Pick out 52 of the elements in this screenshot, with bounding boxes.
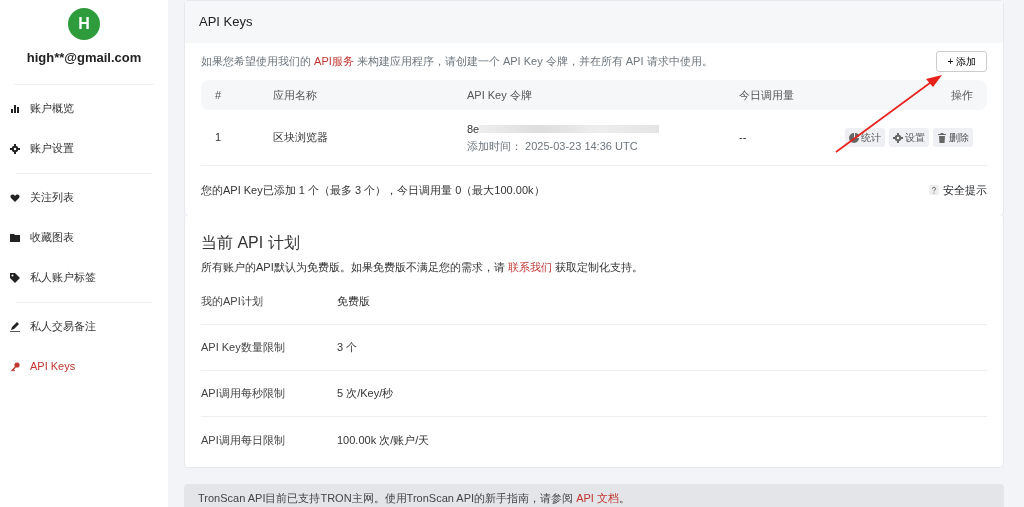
plan-label: API调用每日限制 (201, 432, 286, 448)
table-cell-text: 区块浏览器 (273, 130, 329, 146)
plan-label: API调用每秒限制 (201, 386, 286, 402)
plan-value: 5 次/Key/秒 (337, 386, 394, 402)
avatar: H (68, 8, 100, 40)
heart-icon (10, 192, 20, 203)
link[interactable]: API服务 (314, 55, 354, 68)
key-icon (10, 361, 20, 372)
bar-chart-icon (10, 103, 20, 114)
help-icon (929, 185, 939, 196)
column-header: 今日调用量 (739, 87, 795, 103)
summary-text: 您的API Key已添加 1 个（最多 3 个），今日调用量 0（最大100.00k） (201, 183, 545, 198)
sidebar-item[interactable]: API Keys (0, 346, 168, 387)
user-email: high**@gmail.com (26, 49, 142, 67)
gear-icon (893, 132, 903, 143)
trash-icon (937, 132, 947, 143)
sidebar-item[interactable]: 私人账户标签 (0, 257, 168, 298)
plan-value: 3 个 (337, 340, 358, 356)
section-title: 当前 API 计划 (201, 232, 301, 253)
column-header: API Key 令牌 (467, 87, 533, 103)
pen-icon (10, 321, 20, 332)
plan-label: 我的API计划 (201, 294, 264, 310)
plan-label: API Key数量限制 (201, 340, 286, 356)
plan-note: 所有账户的API默认为免费版。如果免费版不满足您的需求，请 联系我们 获取定制化支持。 (201, 259, 644, 275)
sidebar-item[interactable]: 账户概览 (0, 88, 168, 129)
sidebar-item[interactable]: 私人交易备注 (0, 306, 168, 347)
action-button[interactable]: 设置 (889, 128, 929, 147)
added-time: 添加时间： 2025-03-23 14:36 UTC (467, 138, 639, 154)
sidebar-item[interactable]: 关注列表 (0, 177, 168, 218)
intro-text: 如果您希望使用我们的 API服务 来构建应用程序，请创建一个 API Key 令牌，并在所有 API 请求中使用。 (201, 54, 713, 70)
pie-chart-icon (849, 132, 859, 143)
tag-icon (10, 272, 20, 283)
gear-icon (10, 143, 20, 154)
table-cell-text: -- (739, 130, 748, 146)
folder-icon (10, 232, 20, 243)
info-banner: TronScan API目前已支持TRON主网。使用TronScan API的新手指南，请参阅 API 文档。 (184, 484, 1004, 507)
action-button[interactable]: 统计 (845, 128, 885, 147)
plan-value: 免费版 (337, 294, 370, 310)
link[interactable]: API 文档 (576, 492, 619, 504)
safety-tip-link[interactable]: 安全提示 (929, 182, 987, 199)
column-header: 操作 (950, 87, 974, 103)
add-button[interactable]: + 添加 (936, 51, 987, 72)
column-header: # (214, 87, 223, 103)
card-title: API Keys (185, 1, 1003, 43)
sidebar-item[interactable]: 账户设置 (0, 128, 168, 169)
api-key-text: 8e (467, 122, 480, 137)
link[interactable]: 联系我们 (507, 260, 552, 273)
sidebar-item[interactable]: 收藏图表 (0, 217, 168, 258)
table-cell-text: 1 (214, 130, 223, 146)
plan-value: 100.00k 次/账户/天 (337, 432, 430, 448)
action-button[interactable]: 删除 (933, 128, 973, 147)
column-header: 应用名称 (273, 87, 318, 103)
